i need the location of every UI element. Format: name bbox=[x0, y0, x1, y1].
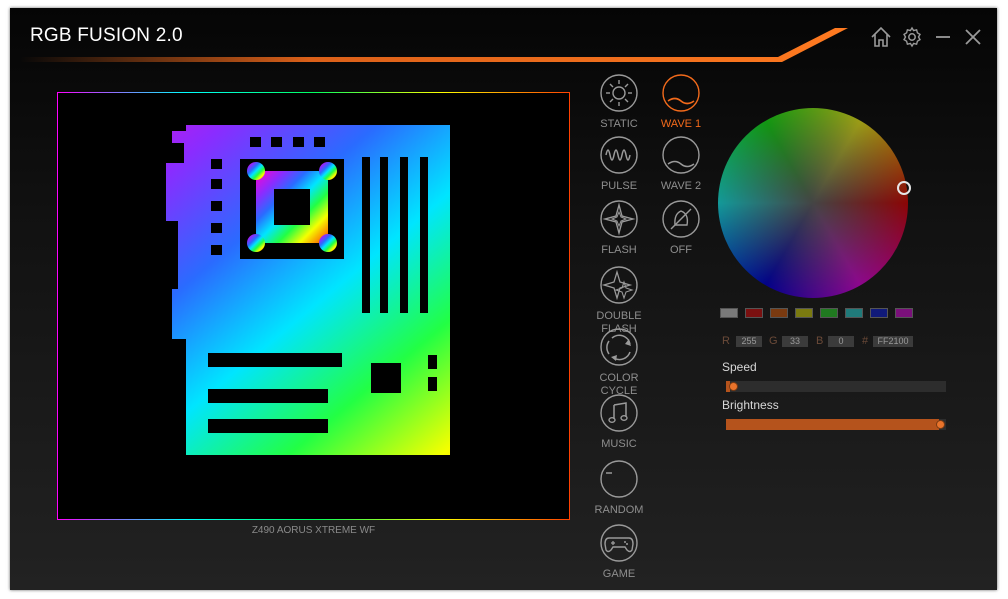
blue-label: B bbox=[816, 335, 824, 347]
mode-button-static[interactable]: STATIC bbox=[588, 74, 650, 131]
wave2-icon bbox=[662, 136, 700, 174]
hex-label: # bbox=[862, 335, 869, 347]
mode-label: MUSIC bbox=[601, 438, 637, 450]
random-icon bbox=[600, 460, 638, 498]
color-swatch[interactable] bbox=[895, 308, 913, 318]
double-flash-icon bbox=[600, 266, 638, 304]
hex-value-field[interactable]: FF2100 bbox=[873, 336, 913, 347]
mode-button-off[interactable]: OFF bbox=[650, 200, 712, 257]
mode-button-pulse[interactable]: PULSE bbox=[588, 136, 650, 193]
brightness-slider-fill bbox=[726, 419, 940, 430]
wave1-icon bbox=[662, 74, 700, 112]
game-controller-icon bbox=[600, 524, 638, 562]
color-swatch[interactable] bbox=[845, 308, 863, 318]
color-swatch[interactable] bbox=[745, 308, 763, 318]
pulse-icon bbox=[600, 136, 638, 174]
color-cycle-icon bbox=[600, 328, 638, 366]
mode-label: RANDOM bbox=[594, 504, 644, 516]
mode-label: GAME bbox=[602, 568, 636, 580]
app-window: RGB FUSION 2.0 Z490 AORUS XTREME WF STAT… bbox=[10, 8, 997, 590]
green-value-field[interactable]: 33 bbox=[782, 336, 808, 347]
color-wheel-handle[interactable] bbox=[897, 181, 911, 195]
mode-label: WAVE 2 bbox=[660, 180, 702, 192]
off-icon bbox=[662, 200, 700, 238]
red-value-field[interactable]: 255 bbox=[736, 336, 762, 347]
blue-value-field[interactable]: 0 bbox=[828, 336, 854, 347]
color-wheel[interactable] bbox=[718, 108, 908, 298]
mode-label: STATIC bbox=[600, 118, 638, 130]
mode-button-random[interactable]: RANDOM bbox=[588, 460, 650, 517]
motherboard-rgb-image bbox=[58, 93, 569, 519]
speed-slider-handle[interactable] bbox=[729, 382, 739, 391]
color-swatch[interactable] bbox=[720, 308, 738, 318]
static-sun-icon bbox=[600, 74, 638, 112]
speed-label: Speed bbox=[722, 360, 757, 374]
mode-button-wave-2[interactable]: WAVE 2 bbox=[650, 136, 712, 193]
red-label: R bbox=[722, 335, 730, 347]
mode-button-game[interactable]: GAME bbox=[588, 524, 650, 581]
device-name-label: Z490 AORUS XTREME WF bbox=[251, 525, 376, 536]
mode-button-wave-1[interactable]: WAVE 1 bbox=[650, 74, 712, 131]
brightness-label: Brightness bbox=[722, 398, 779, 412]
speed-slider[interactable] bbox=[726, 381, 946, 392]
home-icon[interactable] bbox=[868, 24, 894, 50]
music-icon bbox=[600, 394, 638, 432]
mode-button-double-flash[interactable]: DOUBLE FLASH bbox=[588, 266, 650, 336]
mode-label: OFF bbox=[670, 244, 692, 256]
green-label: G bbox=[769, 335, 778, 347]
device-preview bbox=[57, 92, 570, 520]
color-swatch[interactable] bbox=[795, 308, 813, 318]
mode-button-music[interactable]: MUSIC bbox=[588, 394, 650, 451]
minimize-icon[interactable] bbox=[930, 24, 956, 50]
mode-button-color-cycle[interactable]: COLOR CYCLE bbox=[588, 328, 650, 398]
gear-icon[interactable] bbox=[899, 24, 925, 50]
mode-label: FLASH bbox=[601, 244, 637, 256]
color-swatch[interactable] bbox=[770, 308, 788, 318]
mode-label: PULSE bbox=[600, 180, 638, 192]
mode-button-flash[interactable]: FLASH bbox=[588, 200, 650, 257]
mode-label: WAVE 1 bbox=[660, 118, 702, 130]
flash-icon bbox=[600, 200, 638, 238]
brightness-slider[interactable] bbox=[726, 419, 946, 430]
brightness-slider-handle[interactable] bbox=[936, 420, 946, 429]
color-swatch[interactable] bbox=[820, 308, 838, 318]
color-swatch[interactable] bbox=[870, 308, 888, 318]
app-title: RGB FUSION 2.0 bbox=[30, 25, 183, 46]
close-icon[interactable] bbox=[960, 24, 986, 50]
